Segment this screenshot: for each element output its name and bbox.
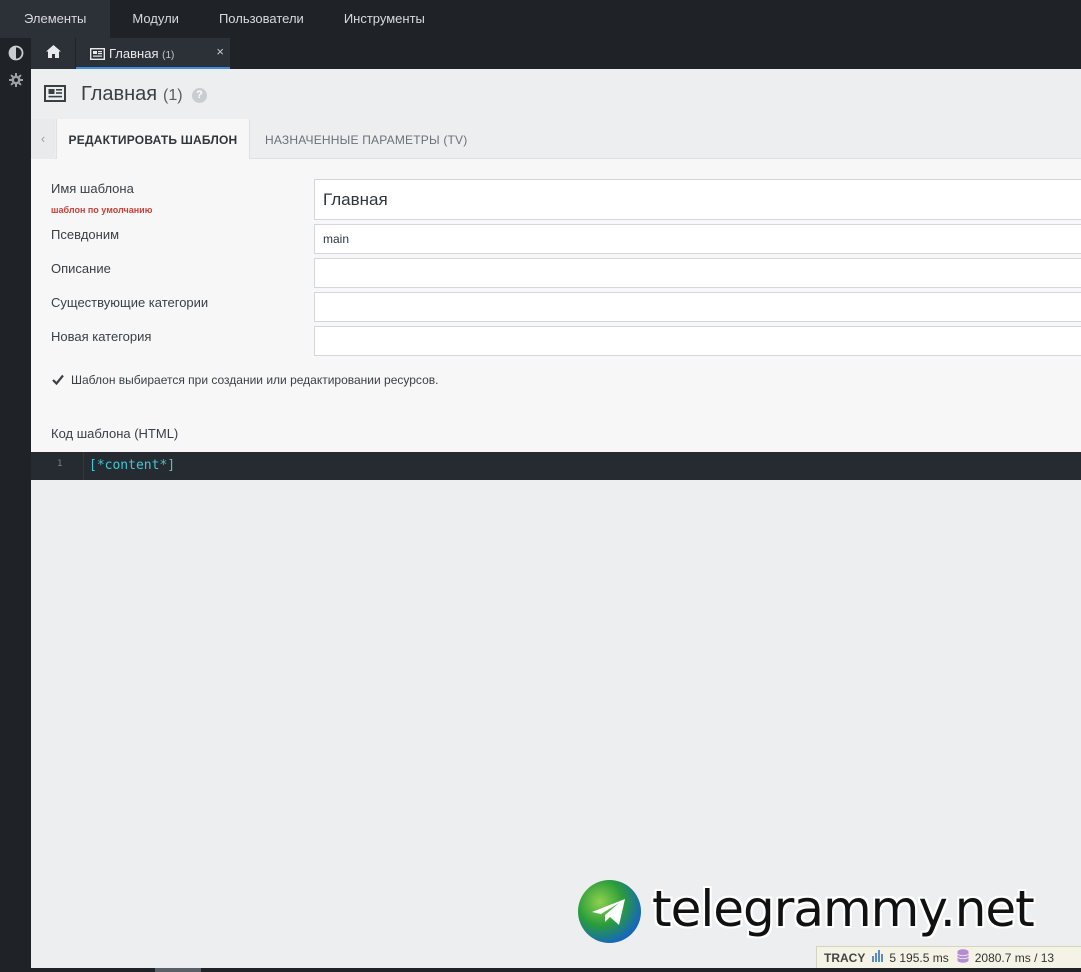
contrast-icon[interactable] bbox=[8, 45, 24, 61]
alias-label: Псевдоним bbox=[51, 227, 120, 242]
menu-item-modules[interactable]: Модули bbox=[110, 0, 199, 38]
scrollbar-thumb[interactable] bbox=[155, 968, 201, 972]
top-menu: Элементы Модули Пользователи Инструменты bbox=[0, 0, 1081, 38]
default-template-note: шаблон по умолчанию bbox=[51, 205, 153, 215]
existing-categories-select[interactable] bbox=[314, 292, 1081, 322]
left-sidebar bbox=[0, 38, 31, 972]
home-tab[interactable] bbox=[31, 38, 75, 69]
template-form: Имя шаблона шаблон по умолчанию Псевдони… bbox=[31, 159, 1081, 452]
page-title: Главная bbox=[81, 83, 158, 105]
main-panel: Главная (1) ? ‹ РЕДАКТИРОВАТЬ ШАБЛОН НАЗ… bbox=[31, 69, 1081, 968]
document-tabstrip: Главная (1) × bbox=[31, 38, 1081, 69]
document-tab[interactable]: Главная (1) × bbox=[76, 38, 230, 69]
newspaper-icon bbox=[89, 47, 106, 65]
menu-item-users[interactable]: Пользователи bbox=[199, 0, 324, 38]
tracy-db-value: 2080.7 ms / 13 bbox=[974, 950, 1055, 965]
tracy-brand[interactable]: TRACY bbox=[817, 951, 872, 965]
tracy-debug-bar[interactable]: TRACY 5 195.5 ms 2080.7 ms / 13 bbox=[816, 946, 1081, 968]
document-tab-label: Главная (1) bbox=[109, 46, 175, 61]
line-number: 1 bbox=[57, 459, 63, 469]
page-title-count: (1) bbox=[163, 87, 183, 104]
bar-chart-icon bbox=[872, 950, 885, 965]
document-tab-count: (1) bbox=[162, 50, 175, 61]
editor-gutter: 1 bbox=[31, 452, 84, 480]
globe-logo-icon bbox=[578, 880, 641, 943]
gear-icon[interactable] bbox=[8, 72, 24, 88]
close-icon[interactable]: × bbox=[216, 44, 224, 59]
code-label: Код шаблона (HTML) bbox=[51, 426, 179, 441]
selectable-checkbox-label: Шаблон выбирается при создании или редак… bbox=[71, 373, 439, 387]
code-line[interactable]: [*content*] bbox=[89, 458, 175, 473]
newspaper-icon bbox=[44, 85, 66, 107]
template-tabs: ‹ РЕДАКТИРОВАТЬ ШАБЛОН НАЗНАЧЕННЫЕ ПАРАМ… bbox=[31, 119, 1081, 160]
menu-item-elements[interactable]: Элементы bbox=[0, 0, 111, 38]
description-label: Описание bbox=[51, 261, 111, 276]
new-category-label: Новая категория bbox=[51, 329, 152, 344]
description-input[interactable] bbox=[314, 258, 1081, 288]
chevron-left-icon[interactable]: ‹ bbox=[31, 119, 55, 159]
help-icon[interactable]: ? bbox=[192, 88, 207, 103]
tab-assigned-tv[interactable]: НАЗНАЧЕННЫЕ ПАРАМЕТРЫ (TV) bbox=[265, 119, 467, 159]
template-name-input[interactable] bbox=[314, 179, 1081, 220]
tab-edit-template[interactable]: РЕДАКТИРОВАТЬ ШАБЛОН bbox=[56, 119, 250, 160]
tracy-time[interactable]: 5 195.5 ms bbox=[872, 950, 956, 965]
tracy-db[interactable]: 2080.7 ms / 13 bbox=[957, 949, 1062, 966]
tracy-time-value: 5 195.5 ms bbox=[889, 950, 949, 965]
horizontal-scrollbar[interactable] bbox=[0, 968, 1081, 972]
new-category-input[interactable] bbox=[314, 326, 1081, 356]
name-label: Имя шаблона bbox=[51, 181, 134, 196]
database-icon bbox=[957, 949, 969, 966]
code-editor[interactable]: 1 [*content*] bbox=[31, 452, 1081, 480]
categories-label: Существующие категории bbox=[51, 295, 209, 310]
home-icon bbox=[45, 44, 61, 63]
menu-item-tools[interactable]: Инструменты bbox=[324, 0, 445, 38]
alias-input[interactable] bbox=[314, 224, 1081, 254]
page-header: Главная (1) ? bbox=[31, 69, 1081, 119]
watermark-text: telegrammy.net bbox=[652, 880, 1035, 938]
selectable-checkbox[interactable] bbox=[52, 374, 65, 387]
